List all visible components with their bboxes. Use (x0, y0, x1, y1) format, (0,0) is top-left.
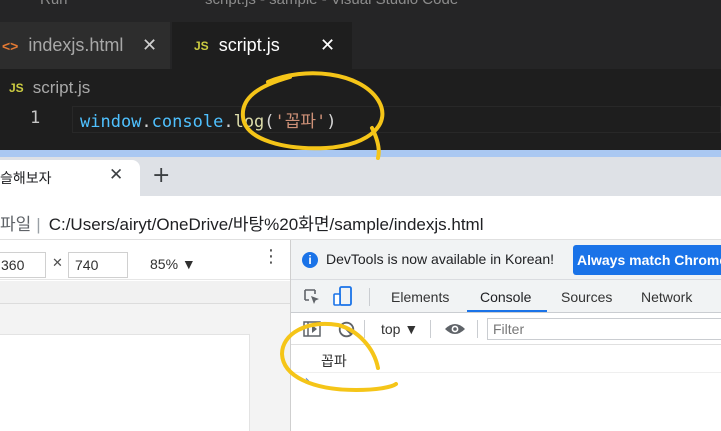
device-toggle-icon[interactable] (333, 285, 353, 307)
new-tab-button[interactable]: + (152, 165, 170, 187)
console-toolbar: top ▼ Filter (291, 313, 721, 345)
toolbar-divider (364, 320, 365, 338)
close-icon[interactable]: ✕ (109, 165, 123, 185)
tab-indexjs-html[interactable]: <> indexjs.html ✕ (0, 22, 170, 69)
infobar-message: DevTools is now available in Korean! (326, 251, 555, 267)
inspect-element-icon[interactable] (303, 288, 321, 306)
devtools-panel: i DevTools is now available in Korean! A… (290, 240, 721, 431)
browser-window: 슬해보자 ✕ + 파일 | C:/Users/airyt/OneDrive/바탕%2… (0, 150, 721, 431)
zoom-select[interactable]: 85% ▼ (150, 256, 196, 272)
toolbar-divider (477, 320, 478, 338)
active-tab-indicator (467, 310, 547, 312)
info-icon: i (302, 252, 318, 268)
tab-console[interactable]: Console (480, 289, 531, 305)
console-message-text: 꼽파 (321, 354, 347, 370)
tab-label: script.js (218, 35, 280, 55)
js-icon: JS (9, 81, 24, 95)
tab-label: indexjs.html (28, 35, 124, 55)
code-token-object: window (80, 112, 142, 132)
tab-strip-band (0, 150, 721, 157)
execution-context-select[interactable]: top ▼ (381, 321, 418, 337)
console-prompt-icon[interactable]: › (303, 373, 311, 389)
console-sidebar-toggle-icon[interactable] (303, 321, 321, 337)
menu-run[interactable]: Run (40, 0, 68, 8)
code-token-string: '꼽파' (274, 112, 327, 132)
line-number: 1 (30, 108, 41, 128)
breadcrumb[interactable]: JS script.js (0, 76, 90, 100)
vscode-window: Run script.js - sample - Visual Studio C… (0, 0, 721, 150)
device-toolbar: 360 ✕ 740 85% ▼ ⋮ (0, 240, 290, 280)
browser-tab-strip: 슬해보자 ✕ + (0, 150, 721, 196)
viewport-width-input[interactable]: 360 (0, 252, 46, 278)
url-text[interactable]: C:/Users/airyt/OneDrive/바탕%20화면/sample/i… (49, 215, 484, 234)
browser-toolbar: 파일 | C:/Users/airyt/OneDrive/바탕%20화면/sampl… (0, 196, 721, 240)
browser-tab[interactable]: 슬해보자 ✕ (0, 160, 140, 196)
site-info-label[interactable]: 파일 (0, 215, 31, 234)
breadcrumb-file[interactable]: script.js (33, 78, 91, 98)
url-separator: | (36, 215, 41, 234)
devtools-language-infobar: i DevTools is now available in Korean! A… (291, 240, 721, 280)
devtools-tab-bar: Elements Console Sources Network (291, 280, 721, 313)
tab-elements[interactable]: Elements (391, 289, 449, 305)
title-bar: Run script.js - sample - Visual Studio C… (0, 0, 721, 22)
code-text[interactable]: window.console.log('꼽파') (80, 107, 337, 132)
times-icon: ✕ (52, 256, 63, 271)
console-message: 꼽파 (291, 345, 721, 373)
address-bar[interactable]: 파일 | C:/Users/airyt/OneDrive/바탕%20화면/sampl… (0, 210, 484, 235)
code-token-method: log (233, 112, 265, 132)
editor-tabs: <> indexjs.html ✕ JS script.js ✕ (0, 22, 721, 69)
code-token-property: console (151, 112, 224, 132)
device-viewport-page[interactable] (0, 334, 250, 431)
console-filter-input[interactable]: Filter (487, 318, 721, 340)
toolbar-divider (369, 288, 370, 306)
more-options-icon[interactable]: ⋮ (262, 248, 280, 266)
toolbar-divider (430, 320, 431, 338)
code-token-paren: ( (264, 112, 275, 132)
viewport-height-input[interactable]: 740 (68, 252, 128, 278)
media-query-bar[interactable] (0, 281, 290, 304)
window-title: script.js - sample - Visual Studio Code (205, 0, 458, 8)
tab-network[interactable]: Network (641, 289, 692, 305)
tab-sources[interactable]: Sources (561, 289, 612, 305)
code-token-dot: . (141, 112, 152, 132)
js-icon: JS (194, 38, 209, 53)
close-icon[interactable]: ✕ (142, 35, 157, 56)
code-token-dot: . (223, 112, 234, 132)
tab-script-js[interactable]: JS script.js ✕ (172, 22, 352, 69)
browser-tab-title: 슬해보자 (0, 170, 52, 186)
clear-console-icon[interactable] (338, 321, 355, 338)
always-match-language-button[interactable]: Always match Chrome's language (573, 245, 721, 275)
code-line-1[interactable]: 1 window.console.log('꼽파') (0, 104, 721, 134)
close-icon[interactable]: ✕ (320, 35, 335, 56)
code-token-paren: ) (326, 112, 337, 132)
device-viewport-area (0, 304, 290, 431)
eye-icon[interactable] (444, 321, 466, 337)
html-icon: <> (2, 37, 19, 54)
